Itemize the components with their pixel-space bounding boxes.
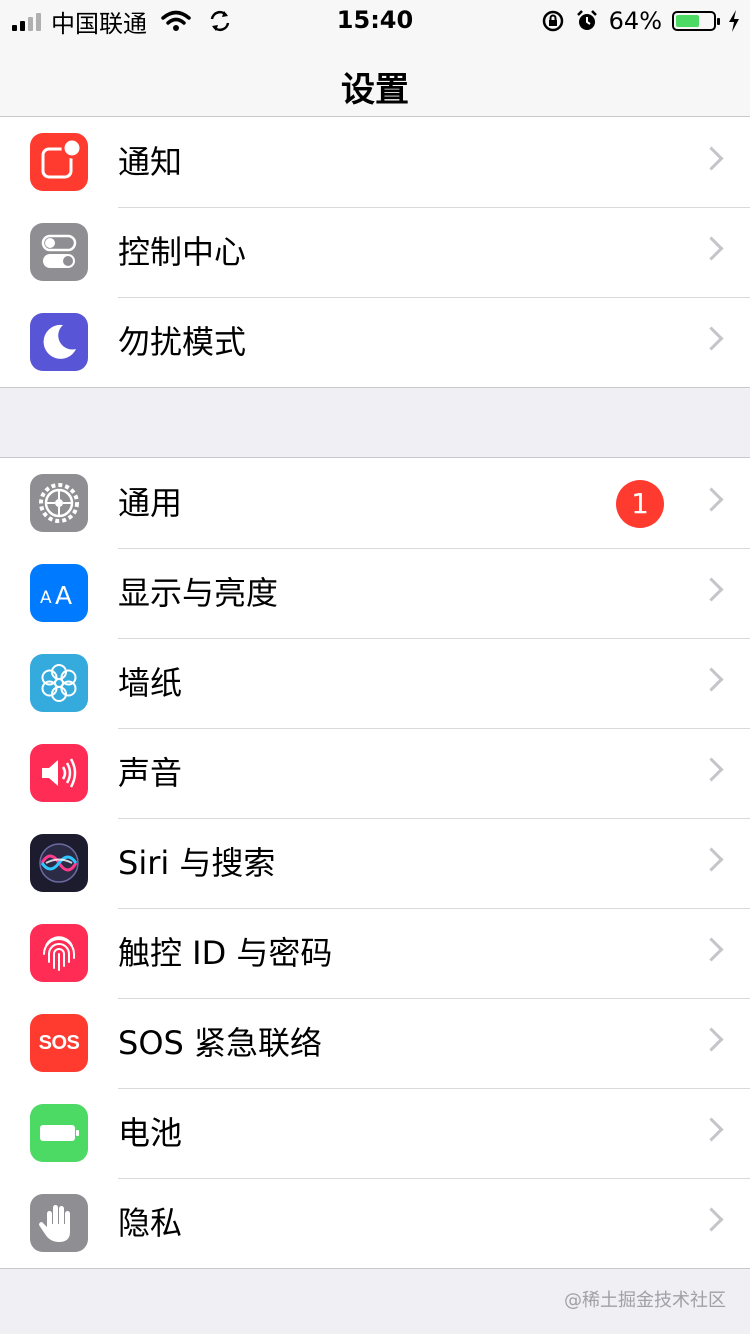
chevron-right-icon [699,236,724,261]
hand-icon [30,1194,88,1252]
charging-icon [729,10,739,32]
chevron-right-icon [699,146,724,171]
svg-text:A: A [55,581,72,610]
top-bar: 中国联通 15:40 64% 设置 [0,0,750,129]
display-brightness-icon: A A [30,564,88,622]
settings-row-label: 声音 [118,754,183,792]
settings-row-label: SOS 紧急联络 [118,1024,322,1062]
sos-icon: SOS [30,1014,88,1072]
rotation-lock-icon [542,10,563,32]
settings-row-notifications[interactable]: 通知 [0,117,750,207]
settings-row-privacy[interactable]: 隐私 [0,1178,750,1268]
chevron-right-icon [699,847,724,872]
gear-icon [30,474,88,532]
settings-row-label: 控制中心 [118,233,247,271]
settings-row-label: 电池 [118,1114,183,1152]
battery-percent: 64% [608,7,662,35]
update-badge: 1 [616,480,664,528]
settings-row-label: 通用 [118,484,183,522]
settings-row-wallpaper[interactable]: 墙纸 [0,638,750,728]
chevron-right-icon [699,1207,724,1232]
alarm-icon [576,10,597,30]
settings-row-label: 勿扰模式 [118,323,247,361]
watermark: @稀土掘金技术社区 [564,1290,726,1311]
chevron-right-icon [699,937,724,962]
status-bar: 中国联通 15:40 64% [0,0,750,40]
wallpaper-flower-icon [30,654,88,712]
settings-group-1: 通知 控制中心 勿扰模式 [0,116,750,388]
settings-row-emergency-sos[interactable]: SOS SOS 紧急联络 [0,998,750,1088]
battery-settings-icon [30,1104,88,1162]
control-center-icon [30,223,88,281]
settings-row-label: 通知 [118,143,183,181]
chevron-right-icon [699,326,724,351]
settings-row-do-not-disturb[interactable]: 勿扰模式 [0,297,750,387]
settings-row-general[interactable]: 通用 1 [0,458,750,548]
svg-text:A: A [40,588,52,608]
chevron-right-icon [699,1027,724,1052]
fingerprint-icon [30,924,88,982]
settings-row-touch-id-passcode[interactable]: 触控 ID 与密码 [0,908,750,998]
settings-row-label: 显示与亮度 [118,574,279,612]
chevron-right-icon [699,757,724,782]
battery-icon [672,11,720,31]
chevron-right-icon [699,1117,724,1142]
speaker-icon [30,744,88,802]
chevron-right-icon [699,667,724,692]
moon-icon [30,313,88,371]
settings-row-siri-search[interactable]: Siri 与搜索 [0,818,750,908]
settings-row-sounds[interactable]: 声音 [0,728,750,818]
settings-row-display-brightness[interactable]: A A 显示与亮度 [0,548,750,638]
siri-icon [30,834,88,892]
sos-icon-text: SOS [38,1031,80,1054]
settings-row-battery[interactable]: 电池 [0,1088,750,1178]
chevron-right-icon [699,577,724,602]
settings-row-control-center[interactable]: 控制中心 [0,207,750,297]
page-title: 设置 [341,70,409,110]
chevron-right-icon [699,487,724,512]
settings-row-label: 墙纸 [118,664,183,702]
settings-row-label: 隐私 [118,1204,183,1242]
settings-group-2: 通用 1 A A 显示与亮度 墙纸 声音 Siri 与搜索 触控 ID 与密码 … [0,457,750,1269]
settings-row-label: Siri 与搜索 [118,844,276,882]
notifications-icon [30,133,88,191]
settings-row-label: 触控 ID 与密码 [118,934,333,972]
